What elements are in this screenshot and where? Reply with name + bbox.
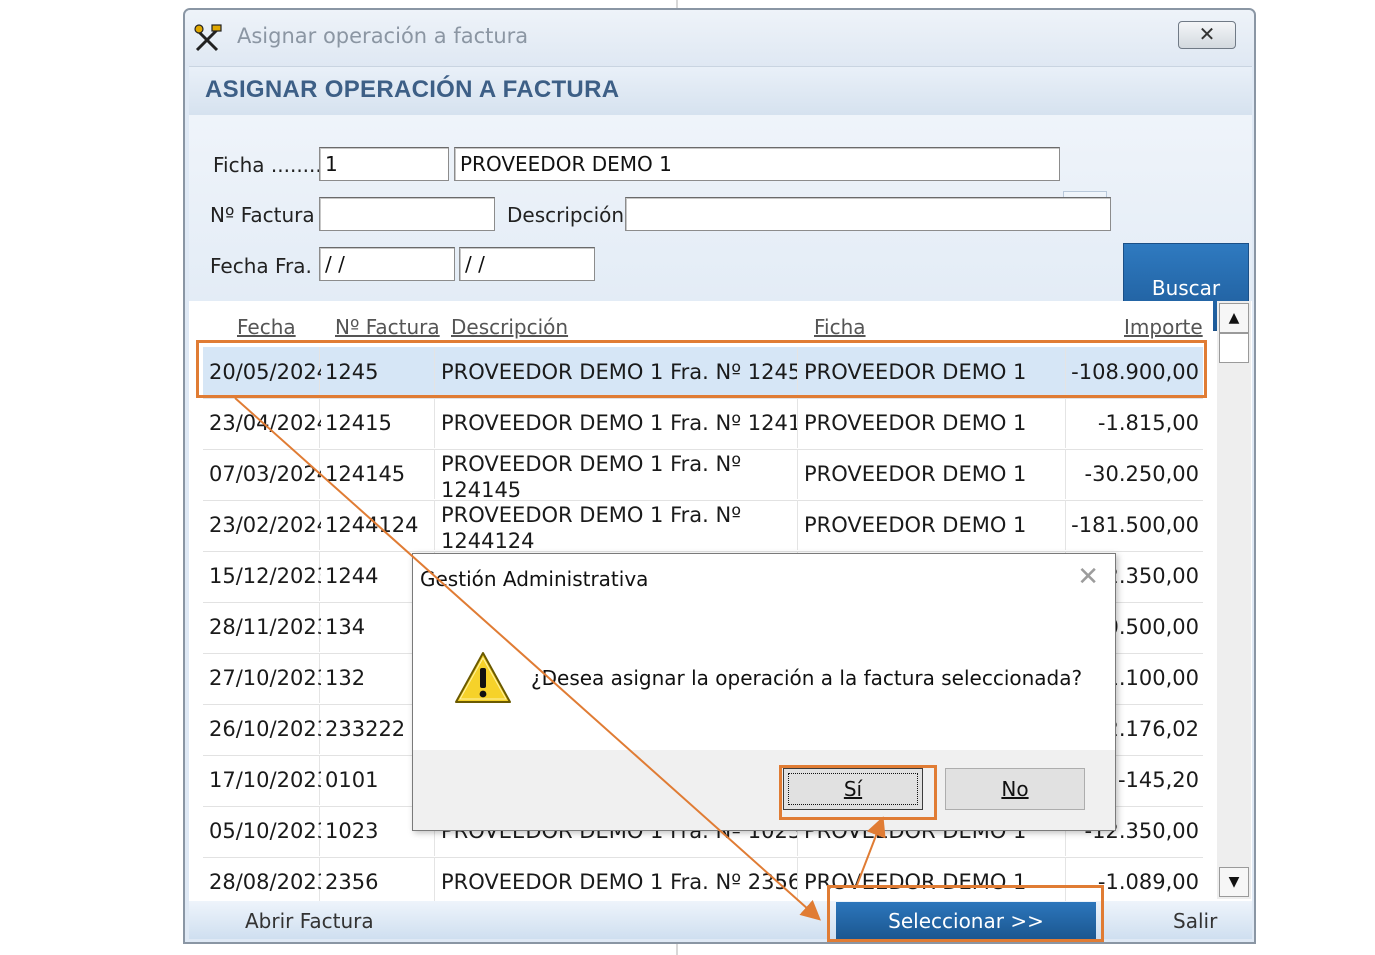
ficha-name-input[interactable]: PROVEEDOR DEMO 1 — [454, 147, 1060, 181]
title-bar[interactable]: Asignar operación a factura ✕ — [185, 10, 1254, 66]
cell-ficha: PROVEEDOR DEMO 1 — [804, 411, 1027, 435]
fecha-hasta-input[interactable]: / / — [459, 247, 595, 281]
cell-fecha: 23/04/2024 — [209, 411, 321, 435]
cell-importe: -181.500,00 — [1071, 513, 1199, 537]
warning-icon — [455, 652, 511, 703]
table-row[interactable]: 23/02/2024 1244124 PROVEEDOR DEMO 1 Fra. N… — [203, 500, 1203, 552]
window-title: Asignar operación a factura — [237, 24, 529, 48]
cell-descripcion: PROVEEDOR DEMO 1 Fra. Nº 1244124 — [441, 503, 742, 550]
window-close-button[interactable]: ✕ — [1178, 21, 1236, 49]
highlight-selected-row — [196, 340, 1207, 398]
section-title: ASIGNAR OPERACIÓN A FACTURA — [205, 76, 620, 103]
section-header: ASIGNAR OPERACIÓN A FACTURA — [189, 67, 1252, 115]
column-separator — [797, 857, 798, 901]
cell-fecha: 07/03/2024 — [209, 462, 321, 486]
highlight-seleccionar-button — [827, 885, 1104, 942]
cell-fecha: 28/08/2023 — [209, 870, 321, 894]
column-descripcion[interactable]: Descripción — [451, 315, 568, 339]
fecha-label: Fecha Fra. — [210, 254, 312, 278]
scroll-thumb[interactable] — [1219, 333, 1249, 363]
cell-nfactura: 124145 — [325, 462, 406, 486]
no-button[interactable]: No — [945, 768, 1085, 810]
cell-fecha: 26/10/2023 — [209, 717, 321, 741]
column-fecha[interactable]: Fecha — [237, 315, 296, 339]
dialog-button-bar: Sí No — [413, 750, 1115, 830]
cell-descripcion: PROVEEDOR DEMO 1 Fra. Nº 12415 — [441, 411, 797, 435]
highlight-yes-button — [779, 765, 937, 820]
column-importe[interactable]: Importe — [1124, 315, 1203, 339]
cell-nfactura: 1244124 — [325, 513, 419, 537]
cell-nfactura: 12415 — [325, 411, 392, 435]
salir-button[interactable]: Salir — [1173, 909, 1217, 933]
cell-descripcion: PROVEEDOR DEMO 1 Fra. Nº 124145 — [441, 452, 742, 499]
cell-fecha: 05/10/2023 — [209, 819, 321, 843]
column-ficha[interactable]: Ficha — [814, 315, 866, 339]
column-separator — [797, 449, 798, 499]
table-row[interactable]: 23/04/2024 12415 PROVEEDOR DEMO 1 Fra. Nº … — [203, 398, 1203, 450]
grid-scrollbar[interactable]: ▲ ▼ — [1217, 301, 1251, 899]
cell-fecha: 28/11/2023 — [209, 615, 321, 639]
cell-fecha: 23/02/2024 — [209, 513, 321, 537]
scroll-down-button[interactable]: ▼ — [1219, 867, 1249, 897]
table-row[interactable]: 07/03/2024 124145 PROVEEDOR DEMO 1 Fra. Nº… — [203, 449, 1203, 501]
cell-ficha: PROVEEDOR DEMO 1 — [804, 462, 1027, 486]
dialog-close-icon[interactable]: ✕ — [1077, 562, 1099, 592]
no-button-label: No — [1001, 777, 1029, 801]
nfactura-label: Nº Factura — [210, 203, 315, 227]
search-form: Ficha ........ 1 PROVEEDOR DEMO 1 Nº Fac… — [189, 115, 1252, 331]
column-separator — [1065, 398, 1066, 448]
descripcion-input[interactable] — [625, 197, 1111, 231]
scroll-up-button[interactable]: ▲ — [1219, 303, 1249, 333]
tools-icon — [194, 24, 222, 52]
descripcion-label: Descripción — [507, 203, 625, 227]
cell-ficha: PROVEEDOR DEMO 1 — [804, 513, 1027, 537]
cell-nfactura: 2356 — [325, 870, 379, 894]
column-separator — [797, 398, 798, 448]
column-separator — [797, 500, 798, 550]
dialog-message: ¿Desea asignar la operación a la factura… — [531, 666, 1083, 690]
cell-fecha: 15/12/2023 — [209, 564, 321, 588]
cell-importe: -30.250,00 — [1084, 462, 1199, 486]
dialog-title: Gestión Administrativa — [420, 567, 649, 591]
cell-importe: -1.815,00 — [1097, 411, 1199, 435]
cell-fecha: 27/10/2023 — [209, 666, 321, 690]
fecha-desde-input[interactable]: / / — [319, 247, 455, 281]
nfactura-input[interactable] — [319, 197, 495, 231]
column-nfactura[interactable]: Nº Factura — [335, 315, 440, 339]
abrir-factura-button[interactable]: Abrir Factura — [245, 909, 374, 933]
cell-descripcion: PROVEEDOR DEMO 1 Fra. Nº 2356 — [441, 870, 797, 894]
confirm-dialog: Gestión Administrativa ✕ ¿Desea asignar … — [412, 553, 1116, 831]
ficha-label: Ficha ........ — [213, 153, 322, 177]
cell-fecha: 17/10/2023 — [209, 768, 321, 792]
column-separator — [1065, 449, 1066, 499]
column-separator — [1065, 500, 1066, 550]
ficha-code-input[interactable]: 1 — [319, 147, 449, 181]
